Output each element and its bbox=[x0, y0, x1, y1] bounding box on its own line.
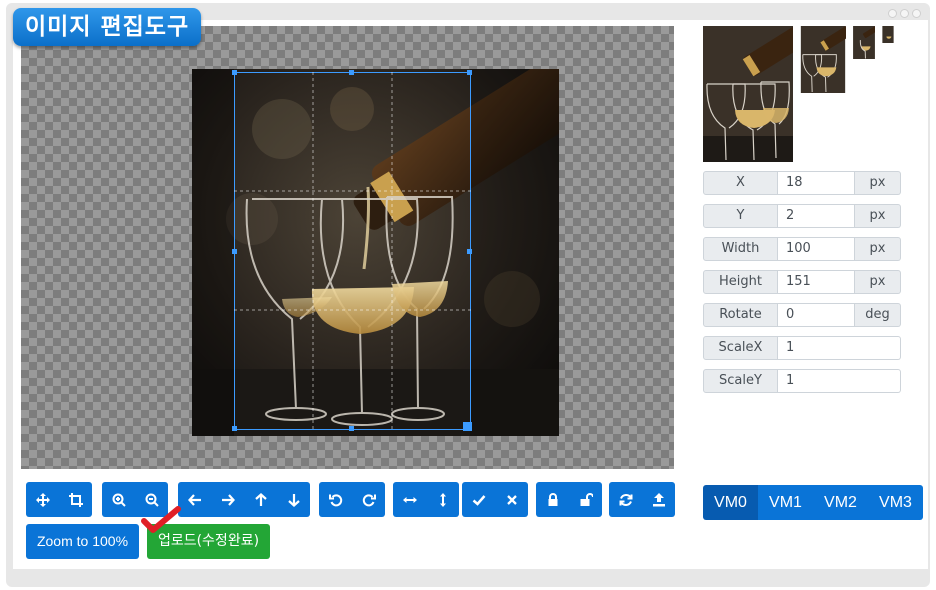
field-scaley: ScaleY 1 bbox=[703, 369, 901, 393]
crop-handle[interactable] bbox=[463, 422, 472, 431]
refresh-icon bbox=[619, 493, 633, 507]
window-dot-icon[interactable] bbox=[912, 9, 921, 18]
window-controls bbox=[888, 9, 921, 18]
lock-button[interactable] bbox=[536, 482, 569, 517]
check-icon bbox=[472, 493, 486, 507]
zoom-in-icon bbox=[112, 493, 126, 507]
field-unit: deg bbox=[855, 303, 901, 327]
crop-handle[interactable] bbox=[467, 249, 472, 254]
width-input[interactable]: 100 bbox=[778, 237, 855, 261]
move-down-button[interactable] bbox=[277, 482, 310, 517]
preview-medium bbox=[800, 26, 846, 93]
view-mode-button-0[interactable]: VM0 bbox=[703, 485, 758, 520]
rotate-group bbox=[319, 482, 385, 517]
preview-tiny bbox=[882, 26, 894, 43]
arrow-left-icon bbox=[187, 493, 202, 507]
preview-large bbox=[703, 26, 793, 162]
field-label: Width bbox=[703, 237, 778, 261]
checkmark-icon bbox=[141, 506, 181, 533]
crop-box[interactable] bbox=[232, 70, 472, 431]
arrow-down-icon bbox=[287, 493, 301, 507]
close-icon bbox=[505, 493, 519, 507]
upload-image-button[interactable] bbox=[642, 482, 675, 517]
lock-group bbox=[536, 482, 602, 517]
move-icon bbox=[35, 492, 50, 507]
view-mode-button-1[interactable]: VM1 bbox=[758, 485, 813, 520]
flip-horizontal-button[interactable] bbox=[393, 482, 426, 517]
flip-group bbox=[393, 482, 459, 517]
crop-handle[interactable] bbox=[349, 70, 354, 75]
crop-canvas[interactable] bbox=[21, 26, 674, 469]
arrow-up-icon bbox=[254, 492, 268, 507]
zoom-to-100-button[interactable]: Zoom to 100% bbox=[26, 524, 139, 559]
scalex-input[interactable]: 1 bbox=[778, 336, 901, 360]
view-mode-button-2[interactable]: VM2 bbox=[813, 485, 868, 520]
preview-small bbox=[853, 26, 875, 59]
crop-handle[interactable] bbox=[467, 70, 472, 75]
flip-horizontal-icon bbox=[402, 493, 417, 507]
scaley-input[interactable]: 1 bbox=[778, 369, 901, 393]
arrow-right-icon bbox=[221, 493, 235, 507]
view-mode-group: VM0 VM1 VM2 VM3 bbox=[703, 485, 923, 520]
upload-icon bbox=[652, 492, 666, 507]
crop-clear-button[interactable] bbox=[495, 482, 528, 517]
x-input[interactable]: 18 bbox=[778, 171, 855, 195]
field-label: X bbox=[703, 171, 778, 195]
field-scalex: ScaleX 1 bbox=[703, 336, 901, 360]
field-x: X 18 px bbox=[703, 171, 901, 195]
flip-vertical-button[interactable] bbox=[426, 482, 459, 517]
crop-action-group bbox=[462, 482, 528, 517]
field-unit: px bbox=[855, 270, 901, 294]
crop-handle[interactable] bbox=[232, 426, 237, 431]
window-dot-icon[interactable] bbox=[900, 9, 909, 18]
crop-handle[interactable] bbox=[232, 70, 237, 75]
field-unit: px bbox=[855, 171, 901, 195]
field-label: Rotate bbox=[703, 303, 778, 327]
lock-icon bbox=[546, 492, 560, 507]
unlock-button[interactable] bbox=[569, 482, 602, 517]
y-input[interactable]: 2 bbox=[778, 204, 855, 228]
crop-icon bbox=[68, 492, 83, 507]
height-input[interactable]: 151 bbox=[778, 270, 855, 294]
zoom-in-button[interactable] bbox=[102, 482, 135, 517]
field-label: ScaleY bbox=[703, 369, 778, 393]
rotate-left-icon bbox=[328, 493, 343, 507]
move-button[interactable] bbox=[26, 482, 59, 517]
field-rotate: Rotate 0 deg bbox=[703, 303, 901, 327]
rotate-input[interactable]: 0 bbox=[778, 303, 855, 327]
move-left-button[interactable] bbox=[178, 482, 211, 517]
unlock-icon bbox=[579, 492, 593, 507]
move-up-button[interactable] bbox=[244, 482, 277, 517]
window-dot-icon[interactable] bbox=[888, 9, 897, 18]
field-y: Y 2 px bbox=[703, 204, 901, 228]
field-height: Height 151 px bbox=[703, 270, 901, 294]
reset-upload-group bbox=[609, 482, 675, 517]
rotate-right-icon bbox=[362, 493, 376, 507]
crop-handle[interactable] bbox=[349, 426, 354, 431]
field-unit: px bbox=[855, 204, 901, 228]
field-label: ScaleX bbox=[703, 336, 778, 360]
crop-handle[interactable] bbox=[232, 249, 237, 254]
view-mode-button-3[interactable]: VM3 bbox=[868, 485, 923, 520]
page-title: 이미지 편집도구 bbox=[13, 8, 202, 46]
move-crop-group bbox=[26, 482, 92, 517]
field-label: Height bbox=[703, 270, 778, 294]
reset-button[interactable] bbox=[609, 482, 642, 517]
crop-button[interactable] bbox=[59, 482, 92, 517]
field-width: Width 100 px bbox=[703, 237, 901, 261]
flip-vertical-icon bbox=[436, 492, 450, 507]
crop-confirm-button[interactable] bbox=[462, 482, 495, 517]
move-direction-group bbox=[178, 482, 310, 517]
rotate-left-button[interactable] bbox=[319, 482, 352, 517]
field-label: Y bbox=[703, 204, 778, 228]
field-unit: px bbox=[855, 237, 901, 261]
rotate-right-button[interactable] bbox=[352, 482, 385, 517]
move-right-button[interactable] bbox=[211, 482, 244, 517]
